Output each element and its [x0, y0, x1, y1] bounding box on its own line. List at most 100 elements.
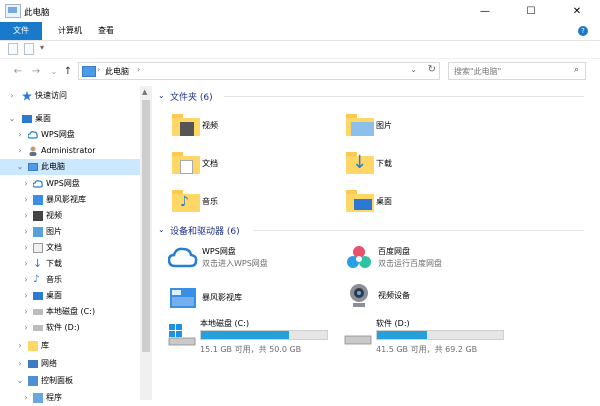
sidebar-item-network[interactable]: › 网络 — [0, 356, 140, 372]
navigation-pane: › 快速访问 ⌄ 桌面 › WPS网盘 › Administrator ⌄ 此电… — [0, 86, 140, 403]
drive-c-usage-bar — [200, 330, 328, 340]
folder-pictures[interactable]: 图片 — [346, 108, 506, 144]
video-library-icon — [170, 288, 196, 308]
search-icon: ⌕ — [573, 65, 579, 75]
sidebar-item-music[interactable]: › ♪ 音乐 — [0, 272, 140, 288]
address-dropdown-icon[interactable]: ⌄ — [410, 65, 417, 74]
sidebar-item-desktop-2[interactable]: › 桌面 — [0, 288, 140, 304]
sidebar-item-wps-cloud-2[interactable]: › WPS网盘 — [0, 176, 140, 192]
sidebar-item-administrator[interactable]: › Administrator — [0, 143, 140, 159]
refresh-icon[interactable]: ↻ — [428, 64, 436, 75]
control-panel-icon — [28, 376, 38, 386]
new-folder-icon[interactable] — [24, 43, 34, 55]
cloud-icon — [28, 131, 38, 139]
music-folder-icon: ♪ — [33, 274, 40, 285]
sidebar-item-baofeng[interactable]: › 暴风影视库 — [0, 192, 140, 208]
sidebar-item-drive-d[interactable]: › 软件 (D:) — [0, 320, 140, 336]
quick-access-toolbar: ▾ — [0, 41, 600, 59]
sidebar-item-downloads[interactable]: › ↓ 下载 — [0, 256, 140, 272]
network-icon — [28, 360, 38, 368]
cloud-icon — [33, 180, 43, 188]
device-baidu-netdisk[interactable]: 百度网盘 双击运行百度网盘 — [344, 242, 516, 274]
tab-view[interactable]: 查看 — [94, 22, 118, 40]
drive-d[interactable]: 软件 (D:) 41.5 GB 可用，共 69.2 GB — [344, 316, 516, 358]
this-pc-icon — [5, 4, 21, 18]
sidebar-item-drive-c[interactable]: › 本地磁盘 (C:) — [0, 304, 140, 320]
folders-section-header[interactable]: ⌄ 文件夹 (6) — [154, 88, 600, 104]
title-bar: 此电脑 — ☐ ✕ — [0, 0, 600, 22]
computer-icon — [28, 163, 38, 171]
library-icon — [28, 341, 38, 351]
help-icon[interactable]: ? — [578, 26, 588, 36]
content-pane: ⌄ 文件夹 (6) 视频 图片 文档 ↓ 下载 ♪ 音乐 桌面 ⌄ 设备和驱动器… — [154, 86, 600, 400]
sidebar-item-programs[interactable]: › 程序 — [0, 390, 140, 406]
sidebar-item-this-pc[interactable]: ⌄ 此电脑 — [0, 159, 140, 175]
folder-desktop[interactable]: 桌面 — [346, 184, 506, 220]
computer-icon — [82, 66, 96, 77]
breadcrumb-this-pc[interactable]: 此电脑 — [105, 66, 129, 77]
back-button[interactable]: ← — [10, 64, 26, 80]
customize-toolbar-icon[interactable]: ▾ — [40, 43, 44, 52]
star-icon — [22, 91, 32, 101]
sidebar-item-library[interactable]: › 库 — [0, 338, 140, 354]
downloads-folder-icon: ↓ — [33, 257, 43, 270]
sidebar-scrollbar[interactable]: ▲ — [140, 86, 152, 400]
drive-d-usage-bar — [376, 330, 504, 340]
documents-folder-icon — [33, 243, 43, 253]
address-bar[interactable]: › 此电脑 › ⌄ ↻ — [78, 62, 440, 80]
device-video-camera[interactable]: 视频设备 — [344, 280, 516, 312]
tab-file[interactable]: 文件 — [0, 22, 42, 40]
folder-music[interactable]: ♪ 音乐 — [172, 184, 332, 220]
sidebar-item-quick-access[interactable]: › 快速访问 — [0, 88, 140, 104]
device-wps-cloud[interactable]: WPS网盘 双击进入WPS网盘 — [168, 242, 340, 274]
up-button[interactable]: ↑ — [60, 64, 76, 80]
video-folder-icon — [172, 112, 200, 136]
search-placeholder[interactable]: 搜索"此电脑" — [454, 66, 501, 77]
sidebar-item-desktop[interactable]: ⌄ 桌面 — [0, 111, 140, 127]
folder-documents[interactable]: 文档 — [172, 146, 332, 182]
folder-videos[interactable]: 视频 — [172, 108, 332, 144]
sidebar-item-wps-cloud[interactable]: › WPS网盘 — [0, 127, 140, 143]
scroll-up-icon[interactable]: ▲ — [142, 88, 147, 96]
windows-drive-icon — [168, 324, 196, 346]
drive-icon — [33, 309, 43, 315]
device-baofeng[interactable]: 暴风影视库 — [168, 282, 340, 314]
navigation-bar: ← → ⌄ ↑ › 此电脑 › ⌄ ↻ 搜索"此电脑" ⌕ — [0, 60, 600, 84]
chevron-right-icon[interactable]: › — [137, 65, 140, 74]
maximize-button[interactable]: ☐ — [508, 0, 554, 22]
pictures-folder-icon — [33, 227, 43, 237]
webcam-icon — [350, 284, 368, 307]
devices-section-header[interactable]: ⌄ 设备和驱动器 (6) — [154, 222, 600, 238]
scrollbar-thumb[interactable] — [142, 100, 150, 352]
drive-c[interactable]: 本地磁盘 (C:) 15.1 GB 可用，共 50.0 GB — [168, 316, 340, 358]
video-library-icon — [33, 195, 43, 205]
search-box[interactable]: 搜索"此电脑" ⌕ — [448, 62, 586, 80]
collapse-icon[interactable]: ⌄ — [158, 225, 165, 234]
programs-icon — [33, 393, 43, 403]
sidebar-item-pictures[interactable]: › 图片 — [0, 224, 140, 240]
documents-folder-icon — [172, 150, 200, 174]
chevron-right-icon[interactable]: › — [97, 65, 100, 74]
downloads-folder-icon: ↓ — [346, 150, 374, 174]
close-button[interactable]: ✕ — [554, 0, 600, 22]
forward-button[interactable]: → — [28, 64, 44, 80]
tab-computer[interactable]: 计算机 — [50, 22, 90, 40]
video-folder-icon — [33, 211, 43, 221]
desktop-folder-icon — [346, 188, 374, 212]
sidebar-item-videos[interactable]: › 视频 — [0, 208, 140, 224]
properties-icon[interactable] — [8, 43, 18, 55]
music-folder-icon: ♪ — [172, 188, 200, 212]
drive-icon — [344, 335, 372, 345]
drive-icon — [33, 325, 43, 331]
sidebar-item-control-panel[interactable]: ⌄ 控制面板 — [0, 373, 140, 389]
sidebar-item-documents[interactable]: › 文档 — [0, 240, 140, 256]
minimize-button[interactable]: — — [462, 0, 508, 22]
desktop-icon — [33, 292, 43, 300]
wps-cloud-icon — [168, 247, 198, 268]
pictures-folder-icon — [346, 112, 374, 136]
ribbon-tabs: 文件 计算机 查看 ? — [0, 22, 600, 41]
folder-downloads[interactable]: ↓ 下载 — [346, 146, 506, 182]
collapse-icon[interactable]: ⌄ — [158, 91, 165, 100]
baidu-netdisk-icon — [347, 246, 371, 268]
window-title: 此电脑 — [24, 8, 50, 18]
